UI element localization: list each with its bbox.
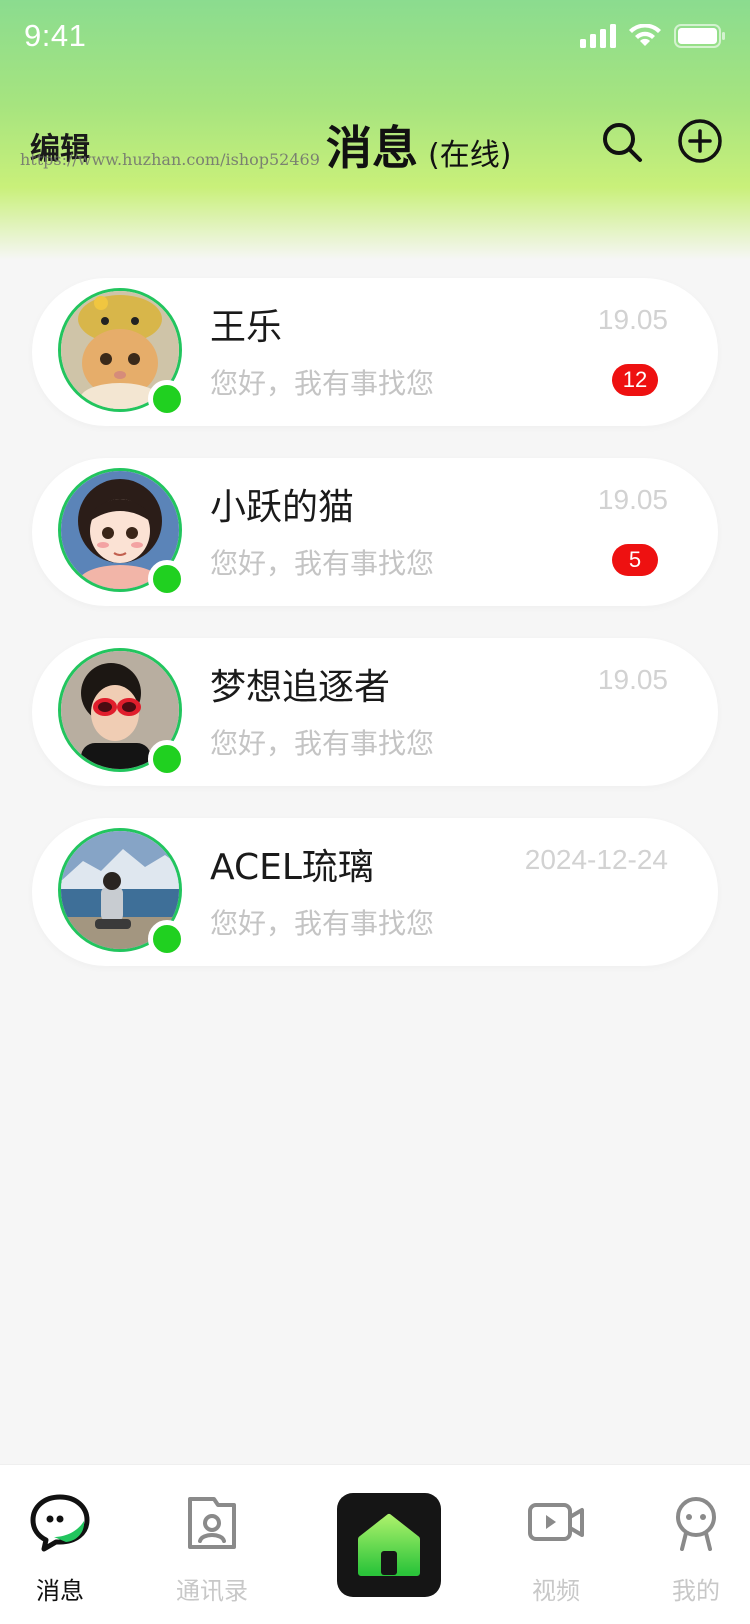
online-indicator: [148, 740, 186, 778]
tab-profile[interactable]: 我的: [636, 1491, 750, 1606]
unread-badge: 12: [612, 364, 658, 396]
chat-bubble-icon: [30, 1494, 90, 1552]
wifi-icon: [629, 24, 661, 46]
online-status-subtitle: (在线): [428, 138, 512, 173]
battery-icon: [674, 24, 725, 48]
online-indicator: [148, 380, 186, 418]
chat-preview: 您好，我有事找您: [210, 547, 435, 580]
add-circle-icon[interactable]: [677, 118, 723, 164]
avatar-wrapper: [58, 648, 186, 778]
video-icon: [528, 1503, 584, 1541]
tab-messages[interactable]: 消息: [0, 1491, 120, 1606]
chat-list: 王乐 19.05 您好，我有事找您 12 小跃的猫 19.05 您好，我有事找您…: [32, 278, 718, 998]
avatar-wrapper: [58, 288, 186, 418]
watermark-text: https://www.huzhan.com/ishop52469: [20, 150, 320, 169]
contacts-icon: [188, 1497, 236, 1549]
unread-badge: 5: [612, 544, 658, 576]
chat-item[interactable]: 小跃的猫 19.05 您好，我有事找您 5: [32, 458, 718, 606]
search-icon[interactable]: [600, 120, 644, 164]
status-time: 9:41: [24, 18, 87, 53]
avatar-wrapper: [58, 828, 186, 958]
chat-name: ACEL琉璃: [210, 847, 374, 888]
chat-item[interactable]: 王乐 19.05 您好，我有事找您 12: [32, 278, 718, 426]
chat-time: 19.05: [597, 304, 668, 335]
online-indicator: [148, 920, 186, 958]
chat-item[interactable]: ACEL琉璃 2024-12-24 您好，我有事找您: [32, 818, 718, 966]
online-indicator: [148, 560, 186, 598]
tab-label: 视频: [532, 1577, 580, 1605]
chat-name: 王乐: [210, 307, 283, 348]
tab-label: 消息: [36, 1577, 84, 1605]
tab-label: 通讯录: [176, 1577, 248, 1605]
profile-icon: [676, 1497, 716, 1551]
signal-icon: [580, 24, 616, 48]
tab-bar: 消息 通讯录 视频 我的: [0, 1464, 750, 1624]
chat-time: 19.05: [597, 484, 668, 515]
tab-label: 我的: [672, 1577, 720, 1605]
page-title-group: 消息 (在线): [326, 112, 511, 178]
chat-time: 2024-12-24: [524, 844, 668, 875]
home-icon: [358, 1514, 420, 1576]
home-button[interactable]: [337, 1493, 441, 1597]
status-icons: [580, 24, 726, 48]
tab-video[interactable]: 视频: [496, 1491, 616, 1606]
chat-preview: 您好，我有事找您: [210, 367, 435, 400]
chat-preview: 您好，我有事找您: [210, 727, 435, 760]
chat-item[interactable]: 梦想追逐者 19.05 您好，我有事找您: [32, 638, 718, 786]
nav-bar: 编辑 https://www.huzhan.com/ishop52469 消息 …: [0, 100, 750, 190]
status-bar: 9:41: [0, 0, 750, 80]
avatar-wrapper: [58, 468, 186, 598]
page-title: 消息: [326, 121, 418, 175]
chat-name: 小跃的猫: [210, 487, 355, 528]
chat-preview: 您好，我有事找您: [210, 907, 435, 940]
chat-time: 19.05: [597, 664, 668, 695]
chat-name: 梦想追逐者: [210, 667, 391, 708]
tab-contacts[interactable]: 通讯录: [152, 1491, 272, 1606]
